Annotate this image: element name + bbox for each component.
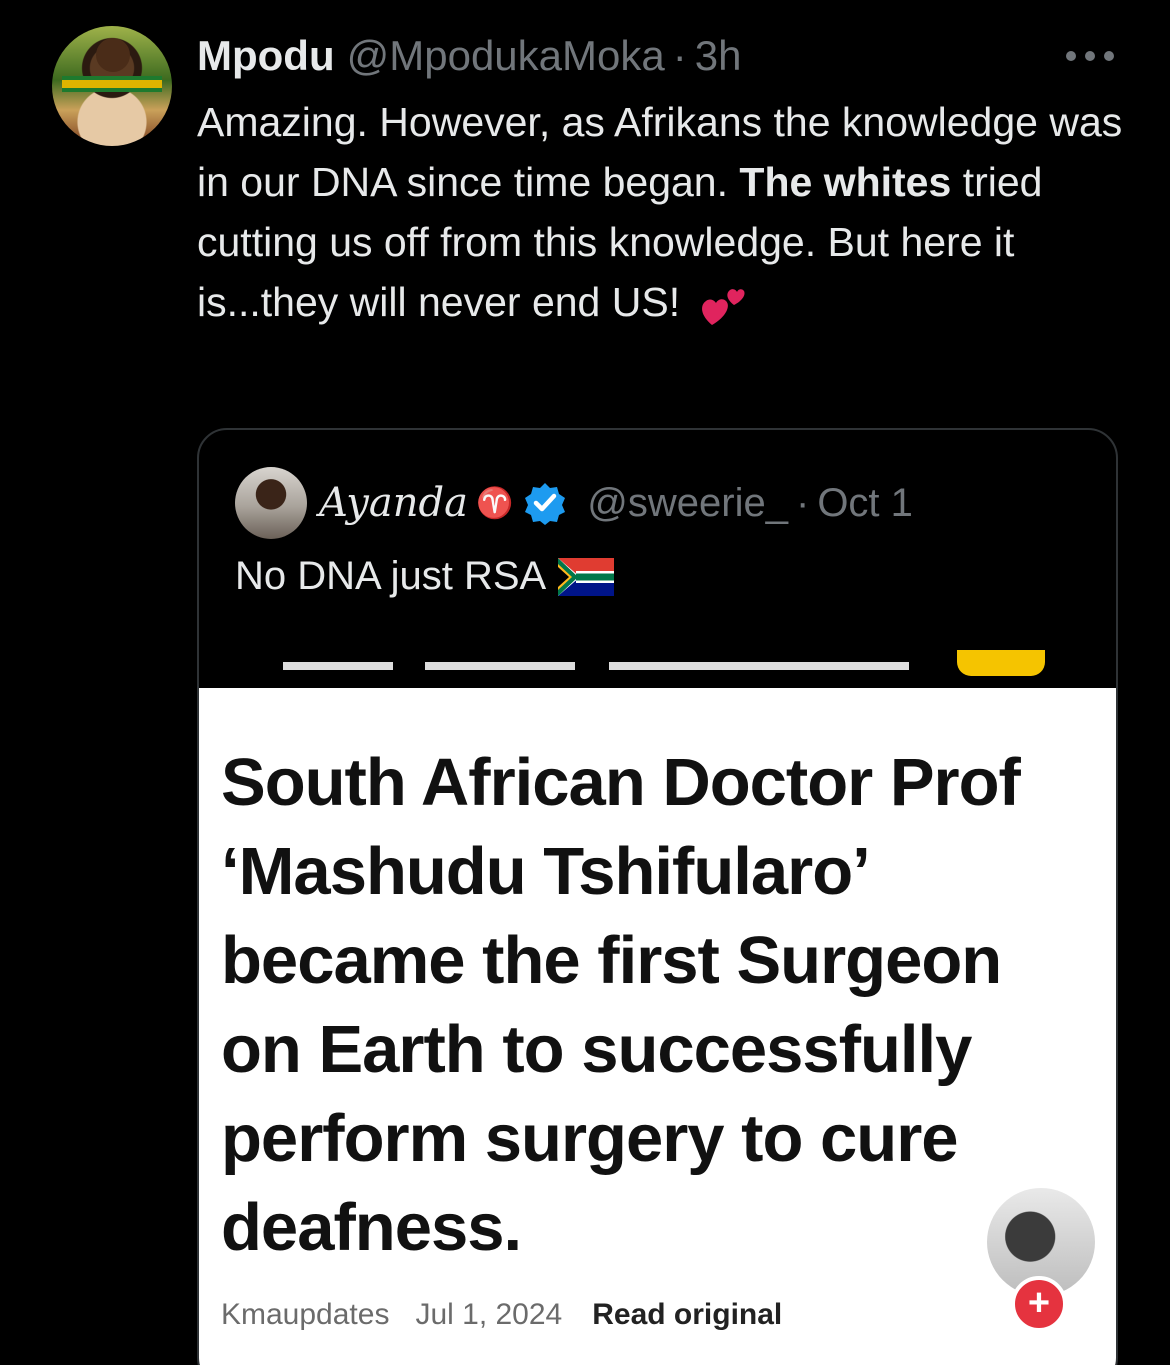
article-headline: South African Doctor Prof ‘Mashudu Tshif…	[221, 745, 1021, 1265]
article-source[interactable]: Kmaupdates	[221, 1298, 389, 1332]
verified-badge-icon	[525, 483, 566, 525]
article-card[interactable]: South African Doctor Prof ‘Mashudu Tshif…	[199, 688, 1116, 1365]
two-hearts-icon	[698, 281, 746, 329]
aries-sign: ♈	[475, 485, 514, 521]
quoted-tweet[interactable]: Ayanda ♈ @sweerie_ · Oct 1 No DNA just R…	[197, 428, 1118, 1365]
tweet-text-bold: The whites	[739, 159, 952, 205]
south-africa-flag-icon	[558, 557, 615, 596]
tweet-text: Amazing. However, as Afrikans the knowle…	[197, 92, 1147, 332]
tweet-time[interactable]: 3h	[695, 32, 742, 80]
article-date: Jul 1, 2024	[415, 1298, 563, 1331]
quoted-tweet-header: Ayanda ♈ @sweerie_ · Oct 1	[235, 467, 913, 539]
quoted-text-body: No DNA just RSA	[235, 554, 547, 598]
display-name[interactable]: Mpodu	[197, 32, 335, 80]
quoted-display-name[interactable]: Ayanda	[319, 480, 468, 526]
avatar-mpodu[interactable]	[52, 26, 172, 146]
user-handle[interactable]: @MpodukaMoka	[347, 32, 665, 80]
tweet-header: Mpodu @MpodukaMoka · 3h	[197, 32, 741, 82]
separator-dot: ·	[672, 32, 687, 79]
quoted-handle[interactable]: @sweerie_	[587, 481, 788, 526]
article-footer: Kmaupdates Jul 1, 2024 Read original	[221, 1298, 782, 1332]
separator-dot: ·	[795, 480, 810, 525]
read-original-link[interactable]: Read original	[592, 1298, 782, 1332]
more-options-icon[interactable]	[1066, 48, 1114, 64]
quoted-text: No DNA just RSA	[235, 554, 615, 599]
quoted-media[interactable]: South African Doctor Prof ‘Mashudu Tshif…	[199, 650, 1116, 1365]
media-top-strip	[199, 650, 1116, 688]
follow-plus-button[interactable]: +	[1011, 1276, 1067, 1332]
avatar-ayanda[interactable]	[235, 467, 307, 539]
quoted-time[interactable]: Oct 1	[817, 481, 913, 526]
